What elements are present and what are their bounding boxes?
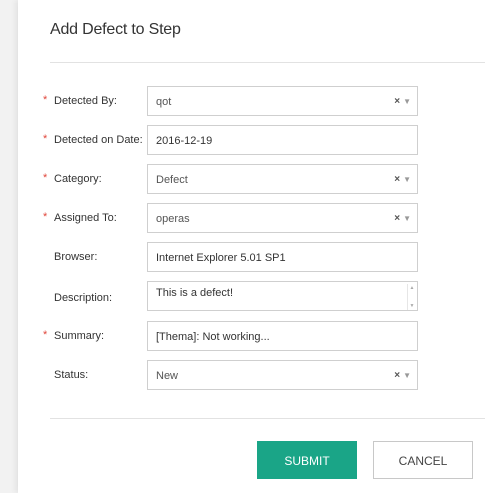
clear-icon[interactable]: ×: [394, 213, 400, 224]
footer-divider: [50, 418, 485, 419]
detected-by-label: Detected By:: [54, 95, 117, 107]
summary-value: [Thema]: Not working...: [156, 331, 270, 343]
required-marker: *: [43, 94, 48, 106]
row-description: Description: This is a defect! ▲ ▼: [18, 281, 485, 313]
row-category: * Category: Defect × ▼: [18, 164, 485, 196]
summary-input[interactable]: [Thema]: Not working...: [147, 321, 418, 351]
chevron-down-icon[interactable]: ▼: [403, 371, 411, 380]
scroll-down-icon[interactable]: ▼: [408, 303, 416, 309]
category-select[interactable]: Defect × ▼: [147, 164, 418, 194]
status-select[interactable]: New × ▼: [147, 360, 418, 390]
description-label: Description:: [54, 292, 113, 304]
row-browser: Browser: Internet Explorer 5.01 SP1: [18, 242, 485, 274]
row-detected-by: * Detected By: qot × ▼: [18, 86, 485, 118]
clear-icon[interactable]: ×: [394, 370, 400, 381]
dialog-title: Add Defect to Step: [50, 21, 181, 38]
status-value: New: [156, 370, 179, 382]
clear-icon[interactable]: ×: [394, 174, 400, 185]
chevron-down-icon[interactable]: ▼: [403, 97, 411, 106]
summary-label: Summary:: [54, 330, 105, 342]
cancel-button[interactable]: CANCEL: [373, 441, 473, 479]
detected-on-date-input[interactable]: 2016-12-19: [147, 125, 418, 155]
row-status: Status: New × ▼: [18, 360, 485, 392]
browser-value: Internet Explorer 5.01 SP1: [156, 252, 286, 264]
required-marker: *: [43, 329, 48, 341]
row-assigned-to: * Assigned To: operas × ▼: [18, 203, 485, 235]
detected-on-date-label: Detected on Date:: [54, 134, 143, 146]
description-value: This is a defect!: [156, 287, 234, 299]
browser-input[interactable]: Internet Explorer 5.01 SP1: [147, 242, 418, 272]
assigned-to-label: Assigned To:: [54, 212, 117, 224]
assigned-to-value: operas: [156, 213, 190, 225]
category-value: Defect: [156, 174, 188, 186]
row-detected-on-date: * Detected on Date: 2016-12-19: [18, 125, 485, 157]
required-marker: *: [43, 211, 48, 223]
category-label: Category:: [54, 173, 102, 185]
row-summary: * Summary: [Thema]: Not working...: [18, 321, 485, 353]
detected-by-value: qot: [156, 96, 172, 108]
scroll-up-icon[interactable]: ▲: [408, 285, 416, 291]
chevron-down-icon[interactable]: ▼: [403, 214, 411, 223]
required-marker: *: [43, 133, 48, 145]
select-controls: × ▼: [394, 213, 411, 225]
add-defect-dialog: › Add Defect to Step * Detected By: qot …: [18, 0, 485, 493]
assigned-to-select[interactable]: operas × ▼: [147, 203, 418, 233]
chevron-down-icon[interactable]: ▼: [403, 175, 411, 184]
clear-icon[interactable]: ×: [394, 96, 400, 107]
required-marker: *: [43, 172, 48, 184]
detected-on-date-value: 2016-12-19: [156, 135, 213, 147]
select-controls: × ▼: [394, 174, 411, 186]
submit-button[interactable]: SUBMIT: [257, 441, 357, 479]
close-icon[interactable]: ›: [480, 2, 485, 16]
description-textarea[interactable]: This is a defect! ▲ ▼: [147, 281, 418, 311]
select-controls: × ▼: [394, 370, 411, 382]
status-label: Status:: [54, 369, 89, 381]
header-divider: [50, 62, 485, 63]
browser-label: Browser:: [54, 251, 98, 263]
detected-by-select[interactable]: qot × ▼: [147, 86, 418, 116]
description-scrollbar[interactable]: ▲ ▼: [407, 284, 415, 310]
select-controls: × ▼: [394, 96, 411, 108]
